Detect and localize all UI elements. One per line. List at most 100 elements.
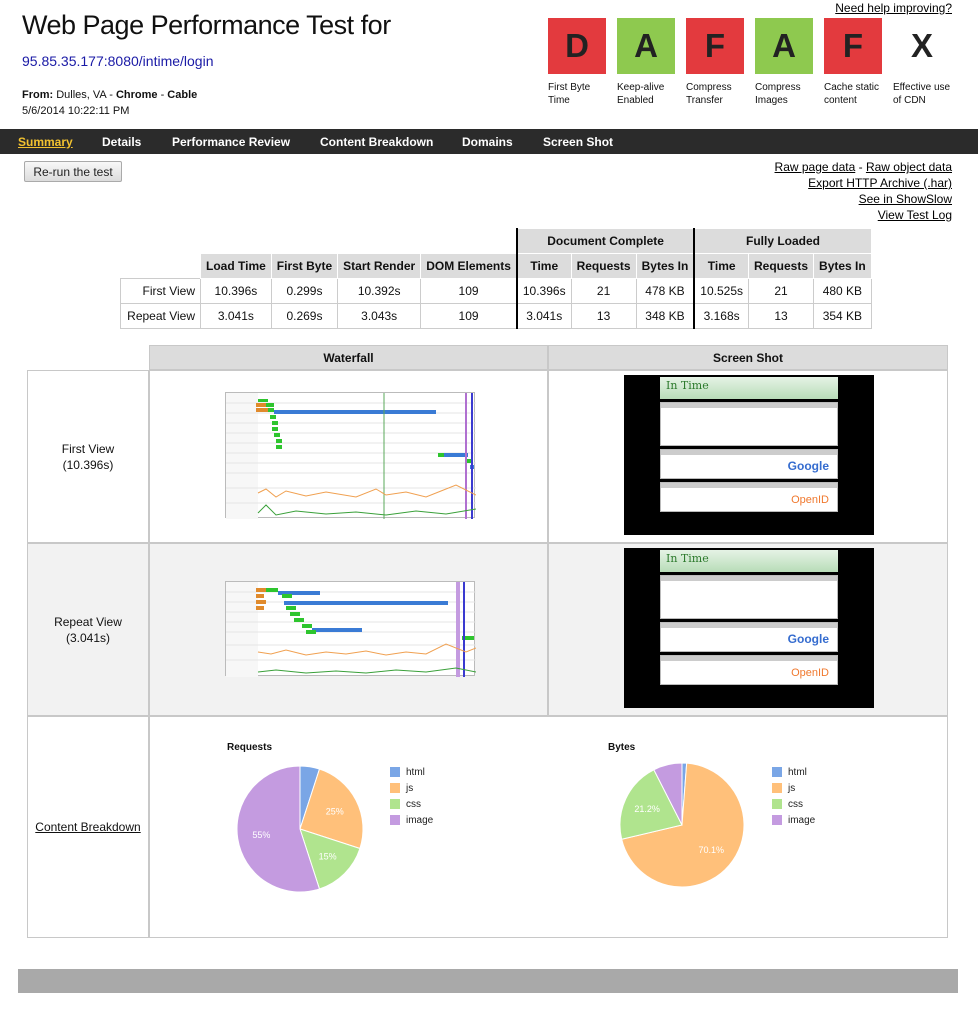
grade-letter: A	[755, 18, 813, 74]
legend-label: image	[406, 814, 434, 826]
legend-label: image	[788, 814, 816, 826]
tab-content-breakdown[interactable]: Content Breakdown	[320, 135, 433, 149]
grade-cache-static[interactable]: F Cache static content	[824, 18, 882, 107]
table-cell: 480 KB	[813, 278, 872, 304]
column-header: Time	[693, 253, 750, 279]
repeat-view-screenshot-cell: In Time Google OpenID	[548, 543, 948, 716]
first-view-screenshot-cell: In Time Google OpenID	[548, 370, 948, 543]
table-cell: 21	[570, 278, 637, 304]
table-cell: 3.041s	[200, 303, 272, 329]
screenshot-login-panel	[660, 402, 838, 446]
column-header: Load Time	[200, 253, 272, 279]
repeat-view-waterfall-thumbnail[interactable]	[225, 581, 477, 677]
showslow-link[interactable]: See in ShowSlow	[859, 192, 952, 206]
legend-item: css	[772, 796, 815, 812]
help-improving-link[interactable]: Need help improving?	[835, 1, 952, 15]
column-header: Requests	[570, 253, 637, 279]
footer-bar	[18, 969, 958, 993]
pie-value-label: 25%	[326, 806, 344, 816]
grade-first-byte[interactable]: D First Byte Time	[548, 18, 606, 107]
repeat-view-waterfall-cell	[149, 543, 548, 716]
grade-letter: F	[686, 18, 744, 74]
pie-value-label: 70.1%	[698, 845, 724, 855]
grade-compress-transfer[interactable]: F Compress Transfer	[686, 18, 744, 107]
view-test-log-link[interactable]: View Test Log	[878, 208, 952, 222]
tab-domains[interactable]: Domains	[462, 135, 513, 149]
tab-summary[interactable]: Summary	[18, 135, 73, 149]
requests-pie-chart: 25% 15% 55%	[236, 765, 364, 893]
separator: -	[106, 89, 116, 101]
pie-value-label: 15%	[319, 852, 337, 862]
screenshot-header: Screen Shot	[548, 345, 948, 370]
table-cell: 0.299s	[270, 278, 339, 304]
view-name: Repeat View	[54, 614, 122, 629]
grade-letter: A	[617, 18, 675, 74]
openid-logo: OpenID	[791, 494, 829, 506]
column-header: Bytes In	[635, 253, 695, 279]
column-header: DOM Elements	[420, 253, 518, 279]
bytes-legend: html js css image	[772, 764, 815, 828]
screenshot-google-panel: Google	[660, 622, 838, 652]
legend-label: js	[406, 782, 414, 794]
google-logo: Google	[787, 459, 829, 473]
table-row: Repeat View 3.041s 0.269s 3.043s 109 3.0…	[120, 303, 872, 329]
page-title: Web Page Performance Test for	[22, 10, 391, 40]
table-cell: 13	[570, 303, 637, 329]
summary-table: Document Complete Fully Loaded Load Time…	[120, 228, 872, 329]
screenshot-banner: In Time	[660, 550, 838, 572]
table-cell: 13	[747, 303, 815, 329]
table-cell: 10.392s	[337, 278, 422, 304]
separator: -	[157, 89, 168, 101]
table-cell: 109	[420, 278, 518, 304]
group-document-complete: Document Complete	[515, 228, 695, 254]
waterfall-header: Waterfall	[149, 345, 548, 370]
test-date: 5/6/2014 10:22:11 PM	[22, 105, 130, 117]
legend-label: css	[788, 798, 803, 810]
legend-label: html	[788, 766, 807, 778]
grade-letter: D	[548, 18, 606, 74]
results-grid: Waterfall Screen Shot First View (10.396…	[27, 345, 949, 938]
connection: Cable	[167, 89, 198, 101]
content-breakdown-link[interactable]: Content Breakdown	[35, 819, 140, 835]
rerun-test-button[interactable]: Re-run the test	[24, 161, 122, 182]
column-header: Requests	[747, 253, 815, 279]
column-header: Bytes In	[813, 253, 872, 279]
grade-label: First Byte Time	[548, 82, 591, 106]
test-location: From: Dulles, VA - Chrome - Cable	[22, 89, 197, 101]
table-row: First View 10.396s 0.299s 10.392s 109 10…	[120, 278, 872, 304]
table-cell: 10.396s	[515, 278, 572, 304]
table-cell: 21	[747, 278, 815, 304]
grade-letter: X	[893, 18, 951, 74]
tab-screen-shot[interactable]: Screen Shot	[543, 135, 613, 149]
tested-url: 95.85.35.177:8080/intime/login	[22, 53, 214, 69]
first-view-waterfall-thumbnail[interactable]	[225, 392, 477, 519]
content-breakdown-cell: Requests 25% 15% 55% html js css image Byt…	[149, 716, 948, 938]
grade-letter: F	[824, 18, 882, 74]
raw-object-data-link[interactable]: Raw object data	[866, 160, 952, 174]
pie-value-label: 21.2%	[634, 804, 660, 814]
legend-item: image	[772, 812, 815, 828]
row-label: First View	[120, 278, 201, 304]
grade-cdn[interactable]: X Effective use of CDN	[893, 18, 951, 107]
grade-compress-images[interactable]: A Compress Images	[755, 18, 813, 107]
legend-item: html	[772, 764, 815, 780]
grade-keep-alive[interactable]: A Keep-alive Enabled	[617, 18, 675, 107]
raw-page-data-link[interactable]: Raw page data	[775, 160, 856, 174]
bytes-chart-title: Bytes	[608, 742, 636, 753]
legend-item: html	[390, 764, 433, 780]
tab-performance-review[interactable]: Performance Review	[172, 135, 290, 149]
export-har-link[interactable]: Export HTTP Archive (.har)	[808, 176, 952, 190]
separator: -	[855, 160, 866, 174]
repeat-view-screenshot[interactable]: In Time Google OpenID	[624, 548, 874, 708]
view-time: (3.041s)	[65, 630, 111, 645]
first-view-screenshot[interactable]: In Time Google OpenID	[624, 375, 874, 535]
requests-chart-title: Requests	[227, 742, 273, 753]
screenshot-banner: In Time	[660, 377, 838, 399]
table-cell: 0.269s	[270, 303, 339, 329]
grade-label: Compress Transfer	[686, 82, 732, 106]
legend-item: js	[390, 780, 433, 796]
tab-details[interactable]: Details	[102, 135, 141, 149]
grade-label: Keep-alive Enabled	[617, 82, 665, 106]
grade-label: Compress Images	[755, 82, 801, 106]
screenshot-login-panel	[660, 575, 838, 619]
